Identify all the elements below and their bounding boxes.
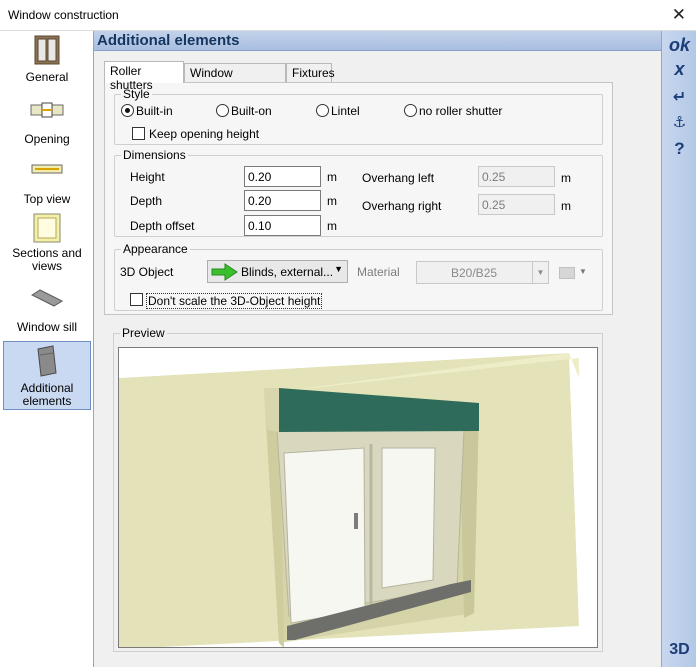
dont-scale-checkbox[interactable]	[130, 293, 143, 306]
anchor-icon[interactable]: ⚓	[662, 113, 696, 135]
overhang-right-input: 0.25	[478, 194, 555, 215]
tab-fixtures[interactable]: Fixtures	[286, 63, 335, 82]
unit-label: m	[561, 171, 571, 185]
tab-window-surrounds[interactable]: Window surrounds	[184, 63, 286, 94]
sidebar-item-window-sill[interactable]: Window sill	[3, 287, 91, 339]
checkbox-label: Keep opening height	[149, 127, 260, 141]
style-group: Style Built-in Built-on Lintel no roller…	[114, 87, 603, 145]
right-toolbar: ok x ↵ ⚓ ? 3D	[661, 31, 696, 667]
sidebar-item-label: Additional elements	[20, 381, 74, 408]
overhang-left-input: 0.25	[478, 166, 555, 187]
radio-no-roller-shutter[interactable]	[404, 104, 417, 117]
preview-3d-render	[119, 348, 597, 647]
top-view-icon	[31, 164, 63, 174]
ok-button[interactable]: ok	[662, 35, 696, 57]
depth-label: Depth	[130, 194, 163, 208]
radio-label: Built-in	[136, 104, 173, 118]
3d-view-button[interactable]: 3D	[662, 641, 696, 663]
depth-offset-input[interactable]: 0.10	[244, 215, 321, 236]
radio-lintel[interactable]	[316, 104, 329, 117]
material-color-button: ▼	[558, 265, 588, 280]
preview-legend: Preview	[120, 326, 167, 340]
material-value: B20/B25	[451, 266, 498, 280]
radio-label: no roller shutter	[419, 104, 503, 118]
tab-roller-shutters[interactable]: Roller shutters	[104, 61, 184, 92]
close-icon[interactable]: ✕	[672, 5, 686, 25]
depth-offset-label: Depth offset	[130, 219, 195, 233]
enter-icon[interactable]: ↵	[662, 87, 696, 109]
window-sill-icon	[30, 289, 64, 307]
object-select-button[interactable]: Blinds, external... ▼	[207, 260, 348, 283]
overhang-right-label: Overhang right	[362, 199, 442, 213]
help-button[interactable]: ?	[662, 139, 696, 161]
dimensions-group: Dimensions Height 0.20 m Depth 0.20 m De…	[114, 148, 603, 237]
appearance-legend: Appearance	[121, 242, 190, 256]
depth-input[interactable]: 0.20	[244, 190, 321, 211]
height-input[interactable]: 0.20	[244, 166, 321, 187]
preview-canvas[interactable]	[118, 347, 598, 648]
radio-label: Built-on	[231, 104, 272, 118]
sidebar-item-label: Top view	[23, 192, 71, 206]
arrow-right-icon	[211, 263, 238, 281]
chevron-down-icon: ▼	[579, 267, 587, 276]
sections-icon	[33, 213, 61, 243]
dimensions-legend: Dimensions	[121, 148, 188, 162]
sidebar-item-opening[interactable]: Opening	[3, 99, 91, 151]
sidebar-item-label: Opening	[24, 132, 70, 146]
sidebar-item-label: General	[25, 70, 69, 84]
sidebar-item-general[interactable]: General	[3, 35, 91, 91]
checkbox-label: Don't scale the 3D-Object height	[146, 293, 323, 309]
material-label: Material	[357, 265, 400, 279]
sidebar-item-label: Sections and views	[12, 246, 82, 273]
cancel-button[interactable]: x	[662, 59, 696, 81]
unit-label: m	[327, 194, 337, 208]
sidebar: General Opening Top view Sections and vi…	[0, 31, 94, 667]
page-title: Additional elements	[97, 32, 240, 49]
unit-label: m	[327, 219, 337, 233]
radio-label: Lintel	[331, 104, 360, 118]
title-bar: Window construction ✕	[0, 0, 696, 31]
overhang-left-label: Overhang left	[362, 171, 435, 185]
material-select: B20/B25 ▼	[416, 261, 549, 284]
chevron-down-icon: ▼	[532, 262, 548, 283]
unit-label: m	[327, 170, 337, 184]
chevron-down-icon: ▼	[334, 264, 343, 274]
window-general-icon	[34, 35, 60, 65]
window-title: Window construction	[8, 8, 119, 22]
sidebar-item-sections[interactable]: Sections and views	[3, 213, 91, 275]
additional-elements-icon	[37, 345, 57, 377]
height-label: Height	[130, 170, 165, 184]
color-swatch-icon	[559, 267, 575, 279]
radio-built-on[interactable]	[216, 104, 229, 117]
opening-icon	[30, 102, 64, 118]
sidebar-item-label: Window sill	[16, 320, 77, 334]
radio-built-in[interactable]	[121, 104, 134, 117]
sidebar-item-top-view[interactable]: Top view	[3, 159, 91, 211]
unit-label: m	[561, 199, 571, 213]
object-button-label: Blinds, external...	[241, 265, 334, 279]
object-label: 3D Object	[120, 265, 174, 279]
sidebar-item-additional-elements[interactable]: Additional elements	[3, 341, 91, 410]
keep-opening-height-checkbox[interactable]	[132, 127, 145, 140]
section-header: Additional elements	[94, 31, 661, 51]
